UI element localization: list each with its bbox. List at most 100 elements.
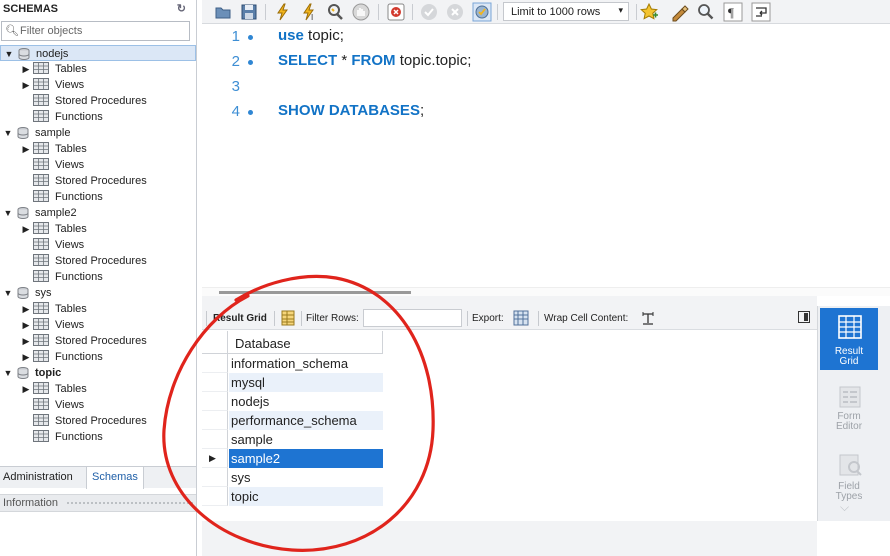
find-icon[interactable] — [696, 2, 716, 22]
expand-arrow-icon[interactable]: ▶ — [21, 317, 31, 333]
filter-objects-box[interactable]: 🔍︎ — [1, 21, 190, 41]
schema-sample[interactable]: ▼ sample — [0, 125, 196, 141]
schema-nodejs-stored-procedures[interactable]: Stored Procedures — [0, 93, 196, 109]
sql-editor[interactable]: 1 use topic; 2 SELECT * FROM topic.topic; 3 4… — [202, 25, 890, 296]
database-cell[interactable]: sys — [229, 468, 383, 487]
beautify-icon[interactable] — [669, 2, 689, 22]
schema-sample-views[interactable]: Views — [0, 157, 196, 173]
filter-rows-input[interactable] — [363, 309, 462, 327]
schema-nodejs-functions[interactable]: Functions — [0, 109, 196, 125]
table-row[interactable]: performance_schema — [202, 411, 383, 430]
database-cell[interactable]: sample — [229, 430, 383, 449]
row-header[interactable]: ▶ — [202, 449, 228, 468]
drag-handle[interactable] — [66, 501, 194, 506]
row-header[interactable] — [202, 411, 228, 430]
chevron-down-icon[interactable]: ⌵ — [840, 500, 849, 515]
wrap-cell-icon[interactable] — [640, 310, 656, 326]
table-row[interactable]: information_schema — [202, 354, 383, 373]
schema-topic-views[interactable]: Views — [0, 397, 196, 413]
form-editor-button[interactable]: Form Editor — [820, 378, 878, 440]
export-icon[interactable] — [513, 310, 529, 326]
bookmark-icon[interactable] — [639, 2, 659, 22]
refresh-icon[interactable]: ↻ — [177, 2, 186, 15]
toggle-error-icon[interactable] — [386, 2, 406, 22]
row-header[interactable] — [202, 392, 228, 411]
tab-administration[interactable]: Administration — [3, 471, 73, 483]
schema-sys-functions[interactable]: ▶ Functions — [0, 349, 196, 365]
editor-line[interactable]: 2 SELECT * FROM topic.topic; — [202, 50, 890, 74]
expand-arrow-icon[interactable]: ▶ — [21, 333, 31, 349]
scrollbar-thumb[interactable] — [219, 291, 411, 294]
schema-topic-stored-procedures[interactable]: Stored Procedures — [0, 413, 196, 429]
schema-sample2-tables[interactable]: ▶ Tables — [0, 221, 196, 237]
expand-arrow-icon[interactable]: ▶ — [21, 61, 31, 77]
expand-arrow-icon[interactable]: ▶ — [21, 221, 31, 237]
save-icon[interactable] — [239, 2, 259, 22]
information-bar[interactable]: Information — [0, 494, 196, 512]
expand-arrow-icon[interactable]: ▼ — [4, 46, 14, 62]
column-header-database[interactable]: Database — [235, 336, 291, 351]
expand-arrow-icon[interactable]: ▶ — [21, 381, 31, 397]
schema-nodejs-views[interactable]: ▶ Views — [0, 77, 196, 93]
execute-icon[interactable] — [273, 2, 293, 22]
result-grid-button[interactable]: Result Grid — [820, 308, 878, 370]
schema-sample-functions[interactable]: Functions — [0, 189, 196, 205]
table-row[interactable]: sys — [202, 468, 383, 487]
database-cell[interactable]: mysql — [229, 373, 383, 392]
filter-objects-input[interactable] — [20, 24, 185, 38]
wrap-icon[interactable] — [751, 2, 771, 22]
invisibles-icon[interactable]: ¶ — [723, 2, 743, 22]
row-header[interactable] — [202, 354, 228, 373]
editor-result-splitter[interactable] — [202, 296, 817, 306]
row-header[interactable] — [202, 487, 228, 506]
autocommit-icon[interactable] — [472, 2, 492, 22]
editor-line[interactable]: 1 use topic; — [202, 25, 890, 49]
explain-icon[interactable] — [325, 2, 345, 22]
tab-schemas[interactable]: Schemas — [86, 467, 144, 489]
schema-sample-tables[interactable]: ▶ Tables — [0, 141, 196, 157]
schema-topic[interactable]: ▼ topic — [0, 365, 196, 381]
database-cell[interactable]: information_schema — [229, 354, 383, 373]
expand-arrow-icon[interactable]: ▶ — [21, 141, 31, 157]
stop-icon[interactable] — [351, 2, 371, 22]
expand-arrow-icon[interactable]: ▶ — [21, 77, 31, 93]
grid-view-icon[interactable] — [280, 310, 296, 326]
expand-arrow-icon[interactable]: ▼ — [3, 365, 13, 381]
schema-sample2-stored-procedures[interactable]: Stored Procedures — [0, 253, 196, 269]
database-cell[interactable]: topic — [229, 487, 383, 506]
row-header[interactable] — [202, 468, 228, 487]
schema-sys-stored-procedures[interactable]: ▶ Stored Procedures — [0, 333, 196, 349]
table-row[interactable]: nodejs — [202, 392, 383, 411]
schema-topic-functions[interactable]: Functions — [0, 429, 196, 445]
row-header[interactable] — [202, 430, 228, 449]
commit-icon[interactable] — [419, 2, 439, 22]
toggle-side-panel-icon[interactable] — [798, 311, 810, 323]
expand-arrow-icon[interactable]: ▼ — [3, 125, 13, 141]
expand-arrow-icon[interactable]: ▼ — [3, 285, 13, 301]
schema-nodejs[interactable]: ▼ nodejs — [0, 45, 196, 61]
schema-sample2-functions[interactable]: Functions — [0, 269, 196, 285]
schema-sample2-views[interactable]: Views — [0, 237, 196, 253]
row-header[interactable] — [202, 373, 228, 392]
expand-arrow-icon[interactable]: ▶ — [21, 301, 31, 317]
editor-line[interactable]: 3 — [202, 75, 890, 99]
rollback-icon[interactable] — [445, 2, 465, 22]
database-cell[interactable]: nodejs — [229, 392, 383, 411]
table-row[interactable]: ▶ sample2 — [202, 449, 383, 468]
editor-horizontal-scrollbar[interactable] — [202, 287, 890, 296]
schema-topic-tables[interactable]: ▶ Tables — [0, 381, 196, 397]
database-cell[interactable]: performance_schema — [229, 411, 383, 430]
table-row[interactable]: mysql — [202, 373, 383, 392]
table-row[interactable]: sample — [202, 430, 383, 449]
open-folder-icon[interactable] — [213, 2, 233, 22]
schema-sys[interactable]: ▼ sys — [0, 285, 196, 301]
expand-arrow-icon[interactable]: ▼ — [3, 205, 13, 221]
schema-nodejs-tables[interactable]: ▶ Tables — [0, 61, 196, 77]
schema-sample-stored-procedures[interactable]: Stored Procedures — [0, 173, 196, 189]
field-types-button[interactable]: Field Types ⌵ — [820, 446, 878, 514]
table-row[interactable]: topic — [202, 487, 383, 506]
execute-current-icon[interactable]: I — [299, 2, 319, 22]
schema-sample2[interactable]: ▼ sample2 — [0, 205, 196, 221]
expand-arrow-icon[interactable]: ▶ — [21, 349, 31, 365]
schema-sys-tables[interactable]: ▶ Tables — [0, 301, 196, 317]
